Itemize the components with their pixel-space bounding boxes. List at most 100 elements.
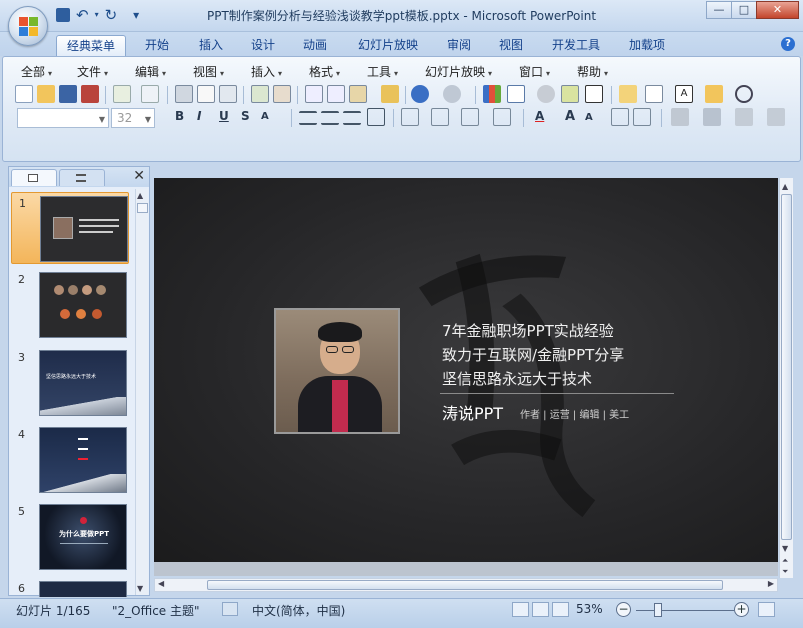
tab-addins[interactable]: 加载项 (620, 35, 674, 56)
menu-insert[interactable]: 插入 ▾ (251, 63, 282, 80)
slide-sorter-view-button[interactable] (532, 602, 549, 617)
slide-vertical-scrollbar[interactable]: ▲ ▼ ⏶ ⏷ (779, 178, 793, 578)
redo-icon[interactable] (443, 85, 461, 103)
new-slide-icon[interactable] (619, 85, 637, 103)
tab-animation[interactable]: 动画 (294, 35, 336, 56)
tab-developer[interactable]: 开发工具 (544, 35, 608, 56)
format-painter-icon[interactable] (381, 85, 399, 103)
slide-thumbnail[interactable]: 2 (11, 269, 129, 341)
new-icon[interactable] (15, 85, 33, 103)
copy-icon[interactable] (327, 85, 345, 103)
menu-window[interactable]: 窗口 ▾ (519, 63, 550, 80)
slide-thumbnail[interactable]: 6 (11, 578, 129, 597)
theme-name[interactable]: "2_Office 主题" (112, 602, 200, 619)
shape-outline-icon[interactable] (767, 108, 785, 126)
outline-tab[interactable] (59, 169, 105, 186)
align-center-icon[interactable] (321, 111, 339, 125)
slides-tab[interactable] (11, 169, 57, 186)
tab-classic-menu[interactable]: 经典菜单 (56, 35, 126, 56)
tab-home[interactable]: 开始 (136, 35, 178, 56)
menu-tools[interactable]: 工具 ▾ (367, 63, 398, 80)
tab-insert[interactable]: 插入 (190, 35, 232, 56)
menu-format[interactable]: 格式 ▾ (309, 63, 340, 80)
menu-slideshow[interactable]: 幻灯片放映 ▾ (425, 63, 492, 80)
minimize-button[interactable]: — (706, 1, 732, 19)
quick-styles-icon[interactable] (703, 108, 721, 126)
menu-view[interactable]: 视图 ▾ (193, 63, 224, 80)
folder-icon[interactable] (705, 85, 723, 103)
save-icon[interactable] (59, 85, 77, 103)
scroll-thumb[interactable] (781, 194, 792, 540)
scroll-right-icon[interactable]: ▶ (768, 579, 774, 588)
tab-design[interactable]: 设计 (242, 35, 284, 56)
scroll-down-icon[interactable]: ▼ (782, 544, 788, 553)
scroll-left-icon[interactable]: ◀ (158, 579, 164, 588)
font-size-select[interactable]: 32 ▼ (111, 108, 155, 128)
thumbnail-scrollbar[interactable]: ▲ ▼ (135, 189, 148, 595)
slide-thumbnail[interactable]: 4 (11, 424, 129, 496)
slide-thumbnail[interactable]: 1 (11, 192, 129, 264)
zoom-slider-track[interactable] (636, 610, 734, 611)
line-spacing-icon[interactable] (431, 108, 449, 126)
layout-icon[interactable] (645, 85, 663, 103)
char-spacing-button[interactable]: A (261, 111, 269, 122)
slideshow-view-button[interactable] (552, 602, 569, 617)
font-color-button[interactable]: A (535, 109, 544, 123)
previous-slide-icon[interactable]: ⏶ (782, 556, 788, 566)
paste-icon[interactable] (349, 85, 367, 103)
spelling-icon[interactable] (251, 85, 269, 103)
fit-to-window-button[interactable] (758, 602, 775, 617)
increase-indent-icon[interactable] (633, 108, 651, 126)
menu-file[interactable]: 文件 ▾ (77, 63, 108, 80)
research-icon[interactable] (273, 85, 291, 103)
scroll-thumb[interactable] (137, 203, 148, 213)
office-button[interactable] (8, 6, 48, 46)
tab-review[interactable]: 审阅 (438, 35, 480, 56)
next-slide-icon[interactable]: ⏷ (782, 567, 788, 577)
align-right-icon[interactable] (343, 111, 361, 125)
zoom-level[interactable]: 53% (576, 602, 603, 616)
smartart-icon[interactable] (537, 85, 555, 103)
help-icon[interactable]: ? (781, 37, 795, 51)
text-direction-icon[interactable] (401, 108, 419, 126)
numbering-icon[interactable] (461, 108, 479, 126)
insert-chart-icon[interactable] (483, 85, 501, 103)
bold-button[interactable]: B (175, 109, 184, 123)
scroll-down-icon[interactable]: ▼ (137, 584, 143, 593)
email-icon[interactable] (113, 85, 131, 103)
insert-picture-icon[interactable] (561, 85, 579, 103)
arrange-icon[interactable] (671, 108, 689, 126)
spell-check-icon[interactable] (222, 602, 238, 616)
current-slide[interactable]: 7年金融职场PPT实战经验 致力于互联网/金融PPT分享 坚信思路永远大于技术 … (154, 178, 778, 562)
permission-icon[interactable] (81, 85, 99, 103)
print-preview-icon[interactable] (197, 85, 215, 103)
tab-view[interactable]: 视图 (490, 35, 532, 56)
shadow-button[interactable]: S (241, 109, 250, 123)
align-left-icon[interactable] (299, 111, 317, 125)
bullets-icon[interactable] (493, 108, 511, 126)
menu-help[interactable]: 帮助 ▾ (577, 63, 608, 80)
shape-fill-icon[interactable] (735, 108, 753, 126)
zoom-slider-knob[interactable] (654, 603, 662, 617)
shrink-font-button[interactable]: A (585, 112, 593, 123)
undo-icon[interactable] (411, 85, 429, 103)
shapes-icon[interactable] (585, 85, 603, 103)
slide-thumbnail[interactable]: 5 为什么要做PPT (11, 501, 129, 573)
zoom-out-button[interactable]: − (616, 602, 631, 617)
scroll-up-icon[interactable]: ▲ (137, 191, 143, 200)
zoom-in-button[interactable]: + (734, 602, 749, 617)
maximize-button[interactable]: □ (731, 1, 757, 19)
tab-slideshow[interactable]: 幻灯片放映 (350, 35, 426, 56)
language-indicator[interactable]: 中文(简体，中国) (252, 602, 345, 619)
cut-icon[interactable] (305, 85, 323, 103)
publish-icon[interactable] (141, 85, 159, 103)
normal-view-button[interactable] (512, 602, 529, 617)
menu-edit[interactable]: 编辑 ▾ (135, 63, 166, 80)
pane-close-icon[interactable]: ✕ (133, 168, 145, 184)
scroll-thumb[interactable] (207, 580, 723, 590)
grow-font-button[interactable]: A (565, 109, 575, 124)
close-button[interactable]: ✕ (756, 1, 799, 19)
italic-button[interactable]: I (197, 109, 201, 123)
font-name-select[interactable]: ▼ (17, 108, 109, 128)
menu-all[interactable]: 全部 ▾ (21, 63, 52, 80)
